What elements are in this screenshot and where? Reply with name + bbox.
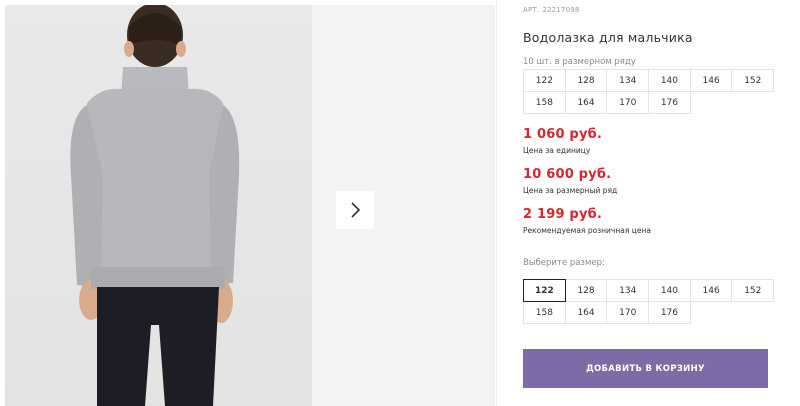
size-row-cell-158: 158	[523, 91, 566, 114]
size-row-cell-146: 146	[689, 69, 733, 92]
row-price-note: Цена за размерный ряд	[523, 186, 618, 195]
unit-price: 1 060 руб.	[523, 127, 603, 142]
size-row-cell-140: 140	[648, 69, 691, 92]
add-to-cart-button[interactable]: ДОБАВИТЬ В КОРЗИНУ	[523, 349, 768, 388]
size-row-cell-164: 164	[564, 91, 608, 114]
size-option-176[interactable]: 176	[648, 301, 691, 324]
boy-sweater-illustration	[70, 5, 240, 406]
product-sku: АРТ. 22217098	[523, 6, 583, 14]
size-select-label: Выберите размер:	[523, 258, 605, 268]
size-option-134[interactable]: 134	[606, 279, 650, 302]
size-row-cell-170: 170	[606, 91, 650, 114]
retail-price-note: Рекомендуемая розничная цена	[523, 226, 651, 235]
size-option-164[interactable]: 164	[564, 301, 608, 324]
sku-label: АРТ.	[523, 6, 540, 14]
product-title: Водолазка для мальчика	[523, 30, 693, 45]
row-price: 10 600 руб.	[523, 167, 612, 182]
size-row-cell-122: 122	[523, 69, 566, 92]
size-row-label: 10 шт. в размерном ряду	[523, 57, 636, 67]
size-option-128[interactable]: 128	[564, 279, 608, 302]
gallery-next-button[interactable]	[336, 191, 374, 229]
size-option-158[interactable]: 158	[523, 301, 566, 324]
size-option-140[interactable]: 140	[648, 279, 691, 302]
size-row-cell-152: 152	[731, 69, 775, 92]
unit-price-note: Цена за единицу	[523, 146, 591, 155]
chevron-right-icon	[351, 202, 361, 218]
size-row-cell-128: 128	[564, 69, 608, 92]
sku-value: 22217098	[542, 6, 580, 14]
size-option-170[interactable]: 170	[606, 301, 650, 324]
size-option-122[interactable]: 122	[523, 279, 566, 302]
size-row-cell-176: 176	[648, 91, 691, 114]
size-select-grid: 122 128 134 140 146 152 158 164 170 176	[523, 279, 775, 324]
size-row-grid: 122 128 134 140 146 152 158 164 170 176	[523, 69, 775, 114]
size-option-152[interactable]: 152	[731, 279, 775, 302]
size-row-cell-134: 134	[606, 69, 650, 92]
retail-price: 2 199 руб.	[523, 207, 603, 222]
panel-divider	[496, 0, 497, 406]
product-photo	[5, 5, 312, 406]
size-option-146[interactable]: 146	[689, 279, 733, 302]
